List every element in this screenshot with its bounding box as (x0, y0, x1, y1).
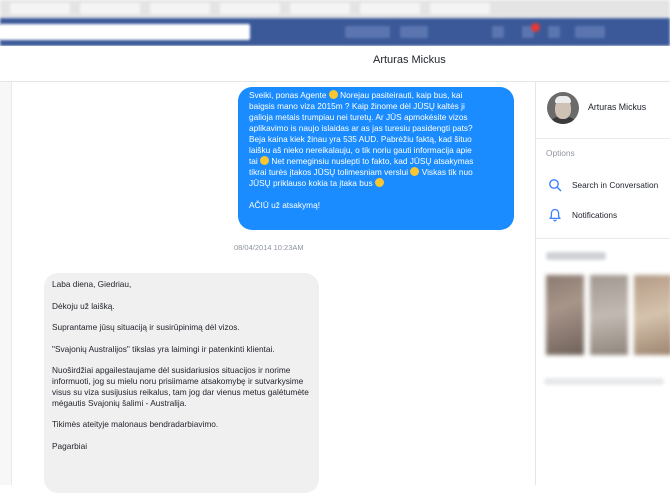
notifications-button[interactable]: Notifications (536, 204, 670, 228)
smiley-emoji (328, 90, 338, 99)
divider (536, 238, 670, 239)
browser-tab[interactable] (220, 3, 280, 14)
message-line: JŪSŲ priklauso kokia ta įtaka bus (249, 178, 373, 189)
avatar[interactable] (547, 92, 579, 124)
message-line: Viskas tik nuo (419, 167, 473, 178)
message-paragraph: Tikimės ateityje malonaus bendradarbiavi… (52, 419, 219, 430)
shared-photos-heading (546, 252, 606, 260)
message-paragraph: Pagarbiai (52, 440, 88, 451)
message-paragraph: Suprantame jūsų situaciją ir susirūpinim… (52, 322, 240, 333)
search-in-conversation-label: Search in Conversation (572, 180, 659, 190)
notifications-icon[interactable] (548, 26, 560, 38)
friend-requests-icon[interactable] (492, 26, 504, 38)
message-line: Sveiki, ponas Agente (249, 90, 327, 100)
browser-tab[interactable] (10, 3, 70, 14)
browser-tab[interactable] (430, 3, 490, 14)
contact-name[interactable]: Arturas Mickus (588, 102, 646, 112)
message-line: laišku aš nieko nereikalauju, o tik nori… (249, 145, 472, 156)
message-line: AČIŪ už atsakymą! (249, 200, 321, 211)
profile-link[interactable] (345, 26, 390, 38)
conversation-header: Arturas Mickus (0, 46, 670, 82)
avatar-hair (555, 96, 571, 103)
browser-tab[interactable] (360, 3, 420, 14)
facebook-search-input[interactable] (0, 24, 250, 40)
bell-icon (549, 208, 561, 222)
message-timestamp: 08/04/2014 10:23AM (234, 243, 304, 252)
outgoing-message-bubble: Sveiki, ponas Agente Norejau pasiteiraut… (238, 87, 514, 230)
smiley-emoji (374, 178, 384, 188)
outgoing-message-text: Sveiki, ponas Agente Norejau pasiteiraut… (249, 90, 505, 212)
message-paragraph: Laba diena, Giedriau, (52, 279, 132, 289)
conversation-title: Arturas Mickus (373, 54, 446, 66)
message-line: Norejau pasiteirauti, kaip bus, kai (337, 90, 463, 100)
search-in-conversation-button[interactable]: Search in Conversation (536, 174, 670, 198)
facebook-top-bar (0, 18, 670, 46)
message-paragraph: "Svajonių Australijos" tikslas yra laimi… (52, 343, 275, 354)
browser-tab[interactable] (80, 3, 140, 14)
settings-icon[interactable] (575, 26, 605, 38)
home-link[interactable] (400, 26, 428, 38)
shared-photo[interactable] (546, 275, 584, 355)
browser-tab-strip (0, 0, 670, 18)
smiley-emoji (260, 156, 270, 166)
shared-photo[interactable] (590, 275, 628, 355)
search-icon (549, 179, 562, 192)
incoming-message-bubble: Laba diena, Giedriau, Dėkoju už laišką. … (44, 273, 319, 493)
divider (536, 138, 670, 139)
panel-footer (544, 378, 664, 385)
message-paragraph: Dėkoju už laišką. (52, 300, 115, 311)
notifications-label: Notifications (572, 210, 618, 220)
conversation-list-edge (0, 82, 12, 485)
message-paragraph: Nuoširdžiai apgailestaujame dėl susidari… (52, 365, 309, 408)
shared-photo[interactable] (634, 275, 670, 355)
messages-badge (531, 23, 540, 32)
browser-tab[interactable] (150, 3, 210, 14)
options-heading: Options (546, 148, 575, 158)
message-line: tikrai turės įtakos JŪSŲ tolimesniam ver… (249, 167, 409, 178)
message-line: tai (249, 156, 258, 167)
browser-tab[interactable] (290, 3, 350, 14)
message-line: Beja kaina kiek žinau yra 535 AUD. Pabrė… (249, 134, 472, 145)
conversation-info-panel: Arturas Mickus Options Search in Convers… (535, 82, 670, 485)
message-line: aplikavimo is naujo islaidas ar as jas t… (249, 123, 473, 134)
message-line: baigsis mano viza 2015m ? Kaip žinome dė… (249, 101, 465, 112)
message-line: galioja metais trumpiau nei turetų. Ar J… (249, 112, 468, 123)
message-line: Net nemeginsiu nuslepti to fakto, kad JŪ… (269, 156, 474, 167)
